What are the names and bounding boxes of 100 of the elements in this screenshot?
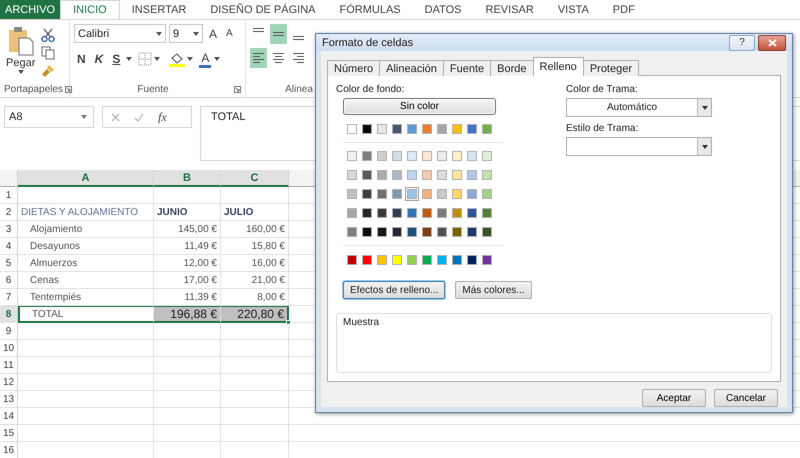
copy-icon[interactable]: [41, 46, 56, 60]
underline-button[interactable]: S: [109, 51, 124, 67]
select-all-corner[interactable]: [0, 170, 18, 187]
row-header[interactable]: 6: [0, 272, 18, 289]
paste-button[interactable]: Pegar: [4, 24, 38, 81]
ribbon-tab[interactable]: INSERTAR: [120, 0, 198, 19]
table-cell: 17,00 €: [154, 272, 221, 289]
table-cell: JULIO: [221, 204, 289, 221]
row-header[interactable]: 3: [0, 221, 18, 238]
bold-button[interactable]: N: [74, 51, 89, 67]
dialog-button[interactable]: Más colores...: [455, 281, 532, 299]
dialog-tab[interactable]: Borde: [490, 60, 534, 76]
close-icon: [768, 38, 776, 46]
close-button[interactable]: [758, 34, 786, 50]
row-header[interactable]: 4: [0, 238, 18, 255]
fill-handle[interactable]: [286, 320, 291, 325]
dialog-launcher-icon[interactable]: [234, 86, 241, 92]
table-cell: [154, 374, 221, 391]
italic-button[interactable]: K: [92, 51, 106, 67]
table-cell: Desayunos: [18, 238, 154, 255]
field-label: Estilo de Trama:: [566, 123, 640, 134]
row-header[interactable]: 7: [0, 289, 18, 306]
table-cell: Tentempiés: [18, 289, 154, 306]
row-header[interactable]: 5: [0, 255, 18, 272]
table-cell: [154, 323, 221, 340]
group-label: Fuente: [136, 84, 170, 94]
table-cell: DIETAS Y ALOJAMIENTO: [18, 204, 154, 221]
align-left-icon: [253, 53, 264, 63]
align-center-icon: [273, 53, 284, 63]
ribbon-tab[interactable]: DATOS: [412, 0, 474, 19]
table-cell: [154, 357, 221, 374]
alignment-button[interactable]: [270, 24, 287, 44]
caret-icon: [154, 57, 160, 61]
table-cell: 160,00 €: [221, 221, 289, 238]
dialog-launcher-icon[interactable]: [64, 86, 72, 92]
dialog-tab[interactable]: Alineación: [379, 60, 444, 76]
ribbon-tab[interactable]: FÓRMULAS: [328, 0, 413, 19]
caret-icon: [702, 106, 708, 110]
help-button[interactable]: ?: [729, 34, 755, 50]
table-cell: TOTAL: [18, 306, 154, 323]
caret-icon: [156, 32, 162, 36]
insert-function-button[interactable]: fx: [158, 110, 167, 124]
row-header[interactable]: 8: [0, 306, 18, 323]
caret-icon: [126, 57, 132, 61]
row-header[interactable]: 15: [0, 425, 18, 442]
table-cell: JUNIO: [154, 204, 221, 221]
pattern-color-dropdown[interactable]: Automático: [566, 98, 712, 117]
row-header[interactable]: 13: [0, 391, 18, 408]
ribbon-tab[interactable]: VISTA: [546, 0, 601, 19]
shrink-font-button[interactable]: A: [223, 27, 236, 40]
ribbon-tab[interactable]: PDF: [600, 0, 647, 19]
row-header[interactable]: 2: [0, 204, 18, 221]
ribbon-tab[interactable]: REVISAR: [474, 0, 546, 19]
caret-icon: [18, 70, 24, 74]
align-bottom-icon: [293, 36, 304, 40]
scissors-icon[interactable]: [41, 28, 56, 42]
row-header[interactable]: 1: [0, 187, 18, 204]
alignment-button[interactable]: [250, 48, 267, 68]
borders-icon: [138, 52, 152, 66]
table-cell: Cenas: [18, 272, 154, 289]
font-color-button[interactable]: A: [199, 50, 212, 68]
pattern-style-dropdown[interactable]: [566, 137, 712, 156]
ribbon-tab[interactable]: DISEÑO DE PÁGINA: [198, 0, 328, 19]
row-header[interactable]: 9: [0, 323, 18, 340]
dialog-button[interactable]: Efectos de relleno...: [343, 281, 446, 299]
ok-button[interactable]: Aceptar: [642, 389, 706, 407]
group-label: Alinea: [284, 84, 314, 94]
table-cell: 16,00 €: [221, 255, 289, 272]
check-icon[interactable]: [134, 112, 144, 122]
dialog-tab[interactable]: Proteger: [582, 60, 640, 76]
group-label: Muestra: [343, 317, 380, 328]
grow-font-button[interactable]: A: [206, 26, 220, 42]
clipboard-icon: [8, 26, 34, 56]
caret-icon: [193, 32, 199, 36]
cancel-icon[interactable]: [111, 112, 120, 122]
caret-icon: [187, 57, 194, 61]
row-header[interactable]: 12: [0, 374, 18, 391]
dialog-tab[interactable]: Relleno: [532, 57, 584, 76]
column-header[interactable]: B: [154, 170, 221, 187]
table-cell: [154, 425, 221, 442]
row-header[interactable]: 14: [0, 408, 18, 425]
row-header[interactable]: 11: [0, 357, 18, 374]
cancel-button[interactable]: Cancelar: [714, 389, 778, 407]
brush-icon[interactable]: [41, 64, 56, 78]
row-header[interactable]: 10: [0, 340, 18, 357]
dialog-tab[interactable]: Fuente: [442, 60, 492, 76]
dialog-tab[interactable]: Número: [327, 60, 380, 76]
ribbon-tab[interactable]: ARCHIVO: [0, 0, 60, 19]
field-label: Color de Trama:: [566, 84, 639, 95]
column-header[interactable]: A: [18, 170, 154, 187]
ribbon-tab[interactable]: INICIO: [60, 0, 120, 19]
column-header[interactable]: C: [221, 170, 289, 187]
table-cell: Alojamiento: [18, 221, 154, 238]
font-name-field[interactable]: Calibri: [74, 24, 166, 43]
align-right-icon: [293, 53, 304, 63]
font-size-field[interactable]: 9: [169, 24, 203, 43]
no-color-button[interactable]: Sin color: [343, 98, 496, 115]
name-box[interactable]: A8: [4, 106, 94, 128]
table-cell: 196,88 €: [154, 306, 221, 323]
table-cell: [154, 340, 221, 357]
